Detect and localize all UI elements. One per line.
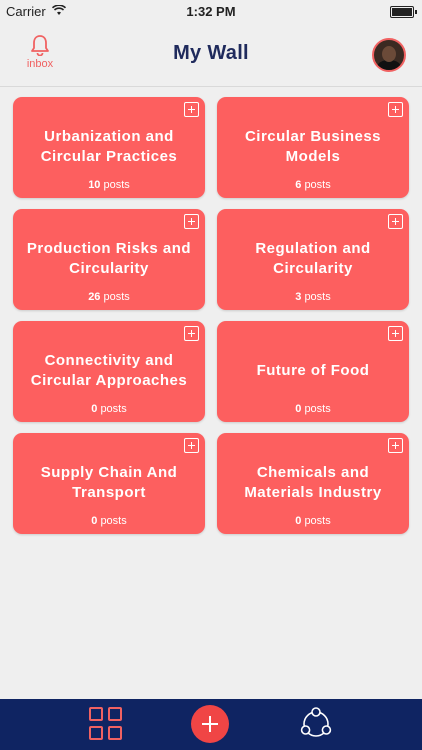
topic-card[interactable]: Chemicals and Materials Industry 0 posts bbox=[217, 433, 409, 534]
add-square-icon[interactable] bbox=[184, 214, 199, 229]
post-count-suffix: posts bbox=[304, 515, 331, 527]
post-count: 0 posts bbox=[217, 515, 409, 527]
post-count: 10 posts bbox=[13, 179, 205, 191]
post-count-number: 0 bbox=[91, 515, 98, 527]
post-count-number: 6 bbox=[295, 179, 302, 191]
topic-title: Circular Business Models bbox=[244, 128, 382, 165]
post-count-suffix: posts bbox=[304, 403, 331, 415]
topic-card[interactable]: Circular Business Models 6 posts bbox=[217, 97, 409, 198]
topic-card[interactable]: Future of Food 0 posts bbox=[217, 321, 409, 422]
avatar-face bbox=[382, 46, 396, 62]
post-count: 3 posts bbox=[217, 291, 409, 303]
topic-title: Chemicals and Materials Industry bbox=[244, 464, 382, 501]
post-count: 6 posts bbox=[217, 179, 409, 191]
add-square-icon[interactable] bbox=[388, 102, 403, 117]
header: inbox My Wall bbox=[0, 22, 422, 87]
topic-title: Supply Chain And Transport bbox=[40, 464, 178, 501]
add-square-icon[interactable] bbox=[388, 438, 403, 453]
topic-title: Production Risks and Circularity bbox=[26, 240, 192, 277]
add-square-icon[interactable] bbox=[388, 326, 403, 341]
post-count: 0 posts bbox=[217, 403, 409, 415]
post-count: 26 posts bbox=[13, 291, 205, 303]
topic-title: Connectivity and Circular Approaches bbox=[30, 352, 188, 389]
add-square-icon[interactable] bbox=[184, 102, 199, 117]
post-count-suffix: posts bbox=[103, 291, 130, 303]
topic-card[interactable]: Production Risks and Circularity 26 post… bbox=[13, 209, 205, 310]
post-count-suffix: posts bbox=[304, 179, 331, 191]
topic-title: Regulation and Circularity bbox=[255, 240, 371, 277]
post-count-suffix: posts bbox=[304, 291, 331, 303]
status-bar: Carrier 1:32 PM bbox=[0, 0, 422, 22]
topic-card[interactable]: Connectivity and Circular Approaches 0 p… bbox=[13, 321, 205, 422]
post-count-number: 10 bbox=[88, 179, 101, 191]
post-count-suffix: posts bbox=[103, 179, 130, 191]
post-count: 0 posts bbox=[13, 515, 205, 527]
post-count-suffix: posts bbox=[100, 515, 127, 527]
add-circle-icon[interactable] bbox=[191, 705, 229, 743]
post-count-number: 0 bbox=[295, 515, 302, 527]
page-title: My Wall bbox=[173, 42, 249, 64]
post-count-number: 3 bbox=[295, 291, 302, 303]
topic-grid: Urbanization and Circular Practices 10 p… bbox=[13, 97, 410, 534]
topic-card[interactable]: Supply Chain And Transport 0 posts bbox=[13, 433, 205, 534]
post-count-number: 0 bbox=[295, 403, 302, 415]
grid-icon[interactable] bbox=[89, 707, 123, 741]
post-count-suffix: posts bbox=[100, 403, 127, 415]
grid-cell bbox=[108, 726, 122, 740]
topic-title: Urbanization and Circular Practices bbox=[40, 128, 178, 165]
topic-card[interactable]: Urbanization and Circular Practices 10 p… bbox=[13, 97, 205, 198]
grid-cell bbox=[89, 707, 103, 721]
tab-bar bbox=[0, 699, 422, 750]
topic-card[interactable]: Regulation and Circularity 3 posts bbox=[217, 209, 409, 310]
topic-title: Future of Food bbox=[256, 362, 370, 379]
add-square-icon[interactable] bbox=[184, 326, 199, 341]
post-count-number: 0 bbox=[91, 403, 98, 415]
avatar[interactable] bbox=[372, 38, 406, 72]
grid-cell bbox=[108, 707, 122, 721]
status-time: 1:32 PM bbox=[186, 4, 236, 19]
grid-cell bbox=[89, 726, 103, 740]
post-count-number: 26 bbox=[88, 291, 101, 303]
add-square-icon[interactable] bbox=[388, 214, 403, 229]
post-count: 0 posts bbox=[13, 403, 205, 415]
battery-icon bbox=[390, 6, 417, 18]
network-icon[interactable] bbox=[298, 706, 334, 742]
add-square-icon[interactable] bbox=[184, 438, 199, 453]
